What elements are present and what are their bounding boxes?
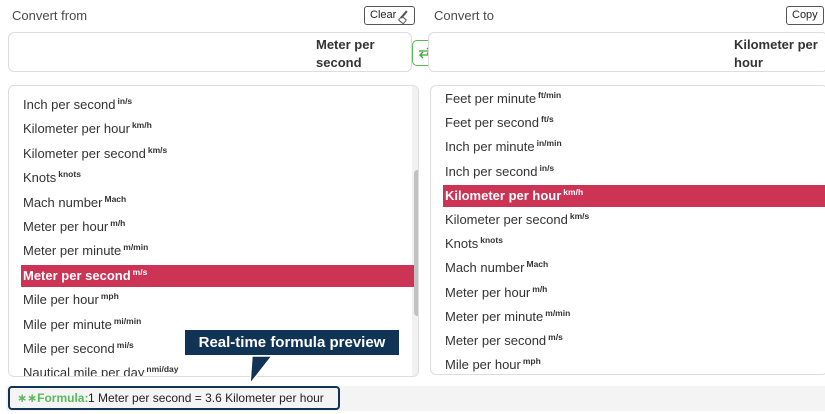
unit-abbreviation: m/h (110, 218, 126, 228)
to-unit-item[interactable]: Inch per minute in/min (431, 136, 825, 158)
from-unit-selector[interactable]: Meter per second (8, 32, 412, 72)
to-unit-item[interactable]: Inch per second in/s (431, 161, 825, 183)
unit-name: Mach number (23, 194, 103, 210)
unit-name: Meter per minute (23, 243, 122, 259)
to-unit-item[interactable]: Kilometer per second km/s (431, 209, 825, 231)
unit-name: Mile per second (23, 341, 115, 356)
from-unit-item[interactable]: Meter per hour m/h (9, 216, 402, 238)
to-unit-item[interactable]: Knots knots (431, 233, 825, 255)
from-unit-item[interactable]: Meter per second m/s (21, 264, 414, 287)
unit-name: Inch per minute (445, 139, 535, 155)
formula-text: 1 Meter per second = 3.6 Kilometer per h… (88, 391, 324, 405)
unit-abbreviation: mph (522, 356, 541, 367)
from-unit-item[interactable]: Meter per minute m/min (9, 240, 402, 262)
unit-abbreviation: in/s (539, 162, 555, 173)
unit-name: Mile per minute (23, 316, 112, 332)
unit-name: Mile per hour (445, 357, 521, 373)
unit-name: Knots (445, 236, 479, 252)
to-unit-item[interactable]: Meter per minute m/min (431, 306, 825, 328)
unit-abbreviation: in/s (117, 96, 133, 106)
unit-abbreviation: knots (58, 169, 81, 180)
unit-name: Kilometer per second (23, 145, 146, 161)
from-unit-item[interactable]: Mach number Mach (9, 192, 402, 214)
unit-abbreviation: m/min (123, 242, 149, 253)
callout-formula-preview: Real-time formula preview (183, 328, 401, 357)
to-unit-item[interactable]: Kilometer per hour km/h (443, 184, 825, 207)
unit-name: Meter per second (23, 267, 131, 283)
unit-abbreviation: mi/min (113, 315, 142, 326)
brush-icon (399, 11, 409, 21)
from-unit-item[interactable]: Nautical mile per day nmi/day (9, 362, 402, 377)
list-item-partial (23, 86, 27, 92)
unit-abbreviation: m/min (545, 307, 571, 318)
unit-name: Kilometer per hour (445, 187, 562, 203)
unit-abbreviation: Mach (526, 259, 549, 270)
clear-button[interactable]: Clear (364, 6, 416, 25)
unit-abbreviation: km/s (147, 144, 168, 155)
unit-abbreviation: km/h (563, 186, 584, 197)
unit-name: Feet per second (445, 115, 539, 131)
unit-abbreviation: nmi/day (146, 364, 179, 375)
clear-button-label: Clear (370, 9, 397, 21)
to-unit-item[interactable]: Mile per hour mph (431, 354, 825, 374)
unit-abbreviation: km/s (569, 211, 590, 221)
callout-pointer (249, 356, 273, 386)
to-unit-selector[interactable]: Kilometer per hour (428, 32, 825, 72)
to-unit-item[interactable]: Meter per second m/s (431, 330, 825, 352)
from-unit-item[interactable]: Kilometer per second km/s (9, 143, 402, 165)
unit-name: Mach number (445, 260, 525, 276)
unit-name: Mile per hour (23, 292, 99, 308)
from-unit-name: Meter per second (316, 37, 375, 70)
to-unit-list[interactable]: Feet per minute ft/min Feet per second ft/s… (430, 85, 825, 375)
from-unit-item[interactable]: Mile per hour mph (9, 289, 402, 311)
to-unit-item[interactable]: Feet per minute ft/min (431, 88, 825, 110)
unit-abbreviation: m/s (132, 266, 148, 277)
copy-button[interactable]: Copy (786, 6, 824, 25)
convert-to-label: Convert to (434, 8, 494, 23)
unit-name: Kilometer per hour (23, 121, 130, 137)
unit-abbreviation: m/s (548, 332, 563, 342)
convert-from-label: Convert from (12, 8, 88, 23)
from-unit-item[interactable]: Knots knots (9, 167, 402, 189)
from-unit-item[interactable]: Kilometer per hour km/h (9, 118, 402, 140)
unit-abbreviation: mph (100, 291, 119, 302)
unit-abbreviation: m/h (532, 283, 548, 294)
to-unit-item[interactable]: Meter per hour m/h (431, 282, 825, 304)
from-list-scroll-thumb[interactable] (414, 170, 418, 316)
unit-abbreviation: km/h (131, 120, 152, 131)
unit-name: Inch per second (23, 97, 116, 112)
unit-abbreviation: mi/s (116, 340, 134, 350)
from-list-scrollbar[interactable] (412, 86, 418, 376)
from-unit-item[interactable]: Inch per second in/s (9, 94, 402, 116)
to-unit-item[interactable]: Feet per second ft/s (431, 112, 825, 134)
unit-name: Knots (23, 170, 57, 186)
formula-label: ∗∗Formula: (17, 391, 89, 405)
unit-abbreviation: Mach (104, 193, 127, 204)
unit-name: Meter per second (445, 333, 547, 348)
unit-name: Kilometer per second (445, 212, 568, 227)
unit-abbreviation: ft/min (538, 90, 562, 100)
unit-abbreviation: ft/s (540, 114, 554, 125)
unit-name: Inch per second (445, 163, 538, 179)
to-unit-item[interactable]: Mach number Mach (431, 257, 825, 279)
unit-name: Nautical mile per day (23, 365, 145, 377)
unit-name: Meter per hour (23, 219, 109, 234)
unit-name: Feet per minute (445, 91, 537, 106)
unit-name: Meter per minute (445, 308, 544, 324)
unit-abbreviation: knots (480, 235, 503, 246)
unit-abbreviation: in/min (536, 138, 562, 149)
to-unit-name: Kilometer per hour (734, 37, 818, 70)
unit-name: Meter per hour (445, 284, 531, 300)
copy-button-label: Copy (792, 9, 818, 21)
